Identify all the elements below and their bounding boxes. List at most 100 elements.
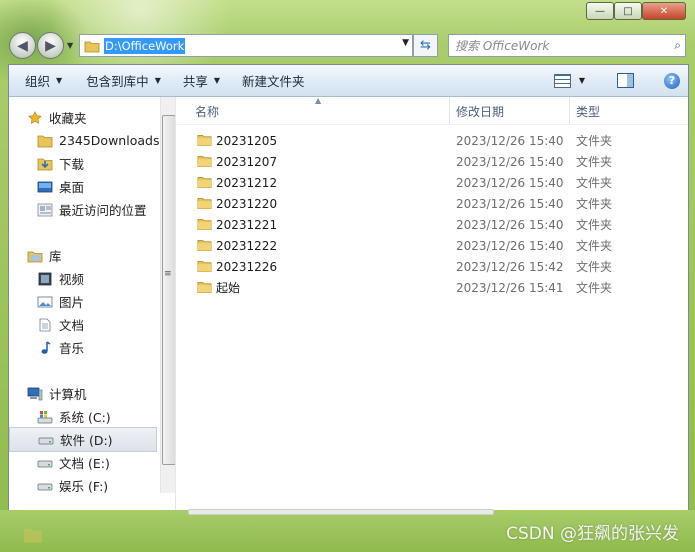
picture-icon: [37, 296, 53, 307]
sidebar-item-label: 软件 (D:): [60, 433, 113, 448]
file-name: 20231226: [216, 259, 278, 274]
file-type: 文件夹: [576, 281, 613, 295]
include-in-library-menu[interactable]: 包含到库中 ▼: [77, 65, 170, 96]
sidebar-item-label: 桌面: [59, 180, 85, 195]
horizontal-scrollbar[interactable]: [188, 509, 494, 515]
search-input[interactable]: 搜索 OfficeWork: [455, 37, 674, 54]
address-bar[interactable]: D:\OfficeWork ▼: [79, 34, 413, 57]
file-row[interactable]: 20231205 2023/12/26 15:40 文件夹: [177, 130, 688, 151]
back-button[interactable]: ◀: [9, 32, 36, 59]
file-type: 文件夹: [576, 155, 613, 169]
sidebar-group-computer[interactable]: 计算机: [27, 382, 175, 405]
preview-pane-button[interactable]: [605, 73, 634, 88]
navigation-pane-scrollbar[interactable]: ≡: [160, 97, 176, 493]
file-row[interactable]: 20231226 2023/12/26 15:42 文件夹: [177, 256, 688, 277]
file-name: 20231205: [216, 133, 278, 148]
file-list: ▲ 名称 修改日期 类型 20231205 2023/12/26 15:40 文…: [177, 96, 688, 511]
recent-places-icon: [37, 203, 53, 216]
column-separator[interactable]: [449, 97, 450, 124]
help-button[interactable]: ?: [652, 72, 680, 89]
file-name: 20231212: [216, 175, 278, 190]
view-list-icon: [553, 73, 571, 88]
drive-icon: [37, 460, 53, 467]
folder-icon: [197, 176, 212, 188]
file-row[interactable]: 20231207 2023/12/26 15:40 文件夹: [177, 151, 688, 172]
sidebar-group-favorites[interactable]: 收藏夹: [27, 106, 175, 129]
chevron-down-icon: ▼: [154, 76, 161, 85]
file-row[interactable]: 20231222 2023/12/26 15:40 文件夹: [177, 235, 688, 256]
document-icon: [39, 318, 51, 331]
file-row[interactable]: 20231221 2023/12/26 15:40 文件夹: [177, 214, 688, 235]
drive-icon: [37, 483, 53, 490]
sidebar-item-label: 图片: [59, 295, 85, 310]
file-modified-date: 2023/12/26 15:40: [456, 238, 564, 253]
file-name: 20231222: [216, 238, 278, 253]
file-type: 文件夹: [576, 260, 613, 274]
minimize-button[interactable]: —: [586, 2, 614, 20]
search-icon[interactable]: ⌕: [674, 38, 681, 53]
organize-menu[interactable]: 组织 ▼: [16, 65, 71, 96]
sidebar-item-label: 文档: [59, 318, 85, 333]
system-drive-icon: [37, 410, 53, 423]
sidebar-item-label: 文档 (E:): [59, 456, 110, 471]
file-type: 文件夹: [576, 134, 613, 148]
folder-icon: [197, 218, 212, 230]
column-header-type[interactable]: 类型: [576, 103, 600, 120]
share-menu[interactable]: 共享 ▼: [174, 65, 229, 96]
folder-icon: [197, 134, 212, 146]
chevron-down-icon: ▼: [56, 76, 63, 85]
column-separator[interactable]: [569, 97, 570, 124]
sidebar-group-libraries[interactable]: 库: [27, 244, 175, 267]
file-modified-date: 2023/12/26 15:42: [456, 259, 564, 274]
chevron-down-icon: ▼: [578, 76, 585, 85]
file-name: 起始: [216, 281, 241, 295]
computer-icon: [27, 387, 43, 400]
file-row[interactable]: 20231212 2023/12/26 15:40 文件夹: [177, 172, 688, 193]
file-modified-date: 2023/12/26 15:41: [456, 280, 564, 295]
folder-icon: [197, 239, 212, 251]
scrollbar-thumb[interactable]: [162, 115, 176, 465]
recent-pages-dropdown[interactable]: ▼: [67, 41, 77, 50]
new-folder-button[interactable]: 新建文件夹: [233, 65, 314, 96]
desktop-icon: [37, 181, 53, 192]
file-type: 文件夹: [576, 176, 613, 190]
sidebar-group-label: 计算机: [49, 387, 87, 402]
sidebar-item-label: 下载: [59, 157, 85, 172]
refresh-icon: ⇆: [420, 38, 431, 53]
organize-label: 组织: [25, 74, 51, 89]
new-folder-label: 新建文件夹: [242, 74, 305, 89]
help-icon: ?: [664, 72, 680, 89]
maximize-button[interactable]: □: [614, 2, 642, 20]
sidebar-item-label: 视频: [59, 272, 85, 287]
search-box[interactable]: 搜索 OfficeWork ⌕: [448, 34, 686, 57]
folder-icon: [197, 155, 212, 167]
column-header-date[interactable]: 修改日期: [456, 103, 504, 120]
star-icon: [28, 110, 42, 124]
file-type: 文件夹: [576, 197, 613, 211]
forward-button[interactable]: ▶: [37, 32, 64, 59]
video-icon: [38, 272, 52, 285]
downloads-folder-icon: [37, 158, 53, 170]
chevron-down-icon: ▼: [213, 76, 221, 85]
include-in-library-label: 包含到库中: [86, 74, 149, 89]
address-dropdown-icon[interactable]: ▼: [402, 38, 409, 48]
file-name: 20231221: [216, 217, 278, 232]
file-modified-date: 2023/12/26 15:40: [456, 154, 564, 169]
close-button[interactable]: ✕: [642, 2, 686, 20]
file-modified-date: 2023/12/26 15:40: [456, 175, 564, 190]
file-row[interactable]: 20231220 2023/12/26 15:40 文件夹: [177, 193, 688, 214]
caption-buttons: — □ ✕: [586, 2, 686, 20]
sort-ascending-icon: ▲: [315, 96, 322, 105]
back-arrow-icon: ◀: [17, 37, 28, 54]
refresh-button[interactable]: ⇆: [413, 34, 438, 57]
preview-pane-icon: [617, 73, 634, 88]
file-type: 文件夹: [576, 239, 613, 253]
file-row[interactable]: 起始 2023/12/26 15:41 文件夹: [177, 277, 688, 298]
sidebar-item-drive-d[interactable]: 软件 (D:): [9, 427, 157, 452]
column-header-name[interactable]: 名称: [195, 103, 219, 120]
address-path[interactable]: D:\OfficeWork: [104, 37, 186, 54]
sidebar-item-label: 娱乐 (F:): [59, 479, 109, 494]
change-view-button[interactable]: ▼: [542, 73, 585, 88]
file-modified-date: 2023/12/26 15:40: [456, 217, 564, 232]
pane-splitter[interactable]: [175, 97, 176, 511]
